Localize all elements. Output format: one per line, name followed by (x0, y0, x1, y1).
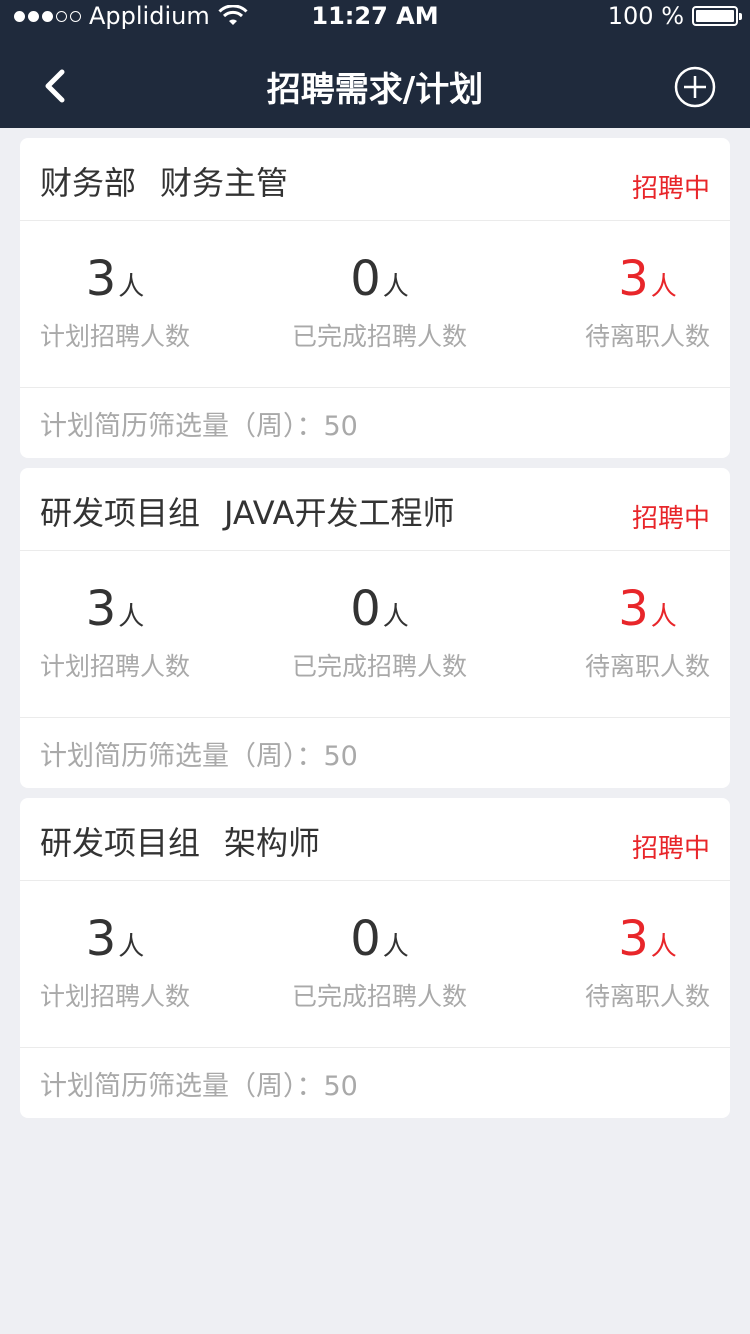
stat-unit: 人 (650, 932, 677, 962)
stat-label: 已完成招聘人数 (292, 982, 468, 1011)
status-badge: 招聘中 (631, 834, 710, 864)
status-badge: 招聘中 (631, 174, 710, 204)
battery-level (696, 10, 734, 22)
stat-completed: 0人 已完成招聘人数 (292, 911, 467, 1013)
stat-value: 3 (618, 251, 649, 307)
department-name: 研发项目组 (40, 824, 201, 862)
stat-label: 计划招聘人数 (40, 982, 191, 1011)
position-name: 架构师 (224, 824, 321, 862)
status-badge: 招聘中 (631, 504, 710, 534)
resume-screening-quota: 计划简历筛选量（周）：50 (40, 1071, 358, 1102)
stat-value: 0 (350, 581, 381, 637)
plan-card[interactable]: 财务部 财务主管 招聘中 3人 计划招聘人数 0人 已完成招聘人数 3人 待离职人… (20, 138, 730, 458)
stat-leaving: 3人 待离职人数 (585, 911, 710, 1013)
stat-value: 3 (618, 581, 649, 637)
stat-leaving: 3人 待离职人数 (585, 581, 710, 683)
stat-unit: 人 (118, 602, 145, 632)
stat-unit: 人 (118, 932, 145, 962)
stat-unit: 人 (118, 272, 145, 302)
stat-planned: 3人 计划招聘人数 (40, 911, 190, 1013)
plan-list: 财务部 财务主管 招聘中 3人 计划招聘人数 0人 已完成招聘人数 3人 待离职人… (20, 138, 730, 1128)
stats-row: 3人 计划招聘人数 0人 已完成招聘人数 3人 待离职人数 (20, 221, 730, 388)
card-header: 财务部 财务主管 招聘中 (20, 138, 730, 221)
card-title: 财务部 财务主管 (40, 158, 288, 204)
status-bar: Applidium 11:27 AM 100 % (0, 0, 750, 40)
plan-card[interactable]: 研发项目组 JAVA开发工程师 招聘中 3人 计划招聘人数 0人 已完成招聘人数 … (20, 468, 730, 788)
stat-label: 待离职人数 (584, 652, 710, 681)
stat-label: 待离职人数 (584, 982, 710, 1011)
stat-unit: 人 (382, 602, 409, 632)
stat-unit: 人 (382, 932, 409, 962)
stat-planned: 3人 计划招聘人数 (40, 581, 190, 683)
stat-value: 3 (85, 251, 117, 307)
battery-group: 100 % (607, 2, 742, 30)
stats-row: 3人 计划招聘人数 0人 已完成招聘人数 3人 待离职人数 (20, 551, 730, 718)
stats-row: 3人 计划招聘人数 0人 已完成招聘人数 3人 待离职人数 (20, 881, 730, 1048)
battery-percent: 100 % (607, 2, 684, 30)
department-name: 研发项目组 (40, 494, 201, 532)
stat-value: 0 (350, 251, 381, 307)
resume-screening-quota: 计划简历筛选量（周）：50 (40, 411, 358, 442)
stat-unit: 人 (382, 272, 409, 302)
stat-label: 计划招聘人数 (40, 322, 191, 351)
stat-unit: 人 (650, 602, 677, 632)
stat-label: 已完成招聘人数 (292, 652, 468, 681)
stat-leaving: 3人 待离职人数 (585, 251, 710, 353)
plan-card[interactable]: 研发项目组 架构师 招聘中 3人 计划招聘人数 0人 已完成招聘人数 3人 待离职… (20, 798, 730, 1118)
stat-value: 0 (350, 911, 381, 967)
card-title: 研发项目组 架构师 (40, 818, 320, 864)
plus-circle-icon[interactable] (674, 66, 716, 108)
resume-screening-quota: 计划简历筛选量（周）：50 (40, 741, 358, 772)
department-name: 财务部 (40, 164, 137, 202)
battery-icon (692, 6, 742, 26)
position-name: 财务主管 (160, 164, 289, 202)
stat-value: 3 (618, 911, 649, 967)
stat-value: 3 (85, 581, 117, 637)
position-name: JAVA开发工程师 (224, 494, 455, 532)
stat-label: 已完成招聘人数 (292, 322, 468, 351)
card-header: 研发项目组 架构师 招聘中 (20, 798, 730, 881)
stat-completed: 0人 已完成招聘人数 (292, 251, 467, 353)
stat-value: 3 (85, 911, 117, 967)
stat-completed: 0人 已完成招聘人数 (292, 581, 467, 683)
page-title: 招聘需求/计划 (266, 70, 484, 110)
stat-label: 待离职人数 (584, 322, 710, 351)
nav-bar: 招聘需求/计划 (0, 40, 750, 128)
stat-unit: 人 (650, 272, 677, 302)
card-title: 研发项目组 JAVA开发工程师 (40, 488, 454, 534)
stat-label: 计划招聘人数 (40, 652, 191, 681)
card-header: 研发项目组 JAVA开发工程师 招聘中 (20, 468, 730, 551)
stat-planned: 3人 计划招聘人数 (40, 251, 190, 353)
